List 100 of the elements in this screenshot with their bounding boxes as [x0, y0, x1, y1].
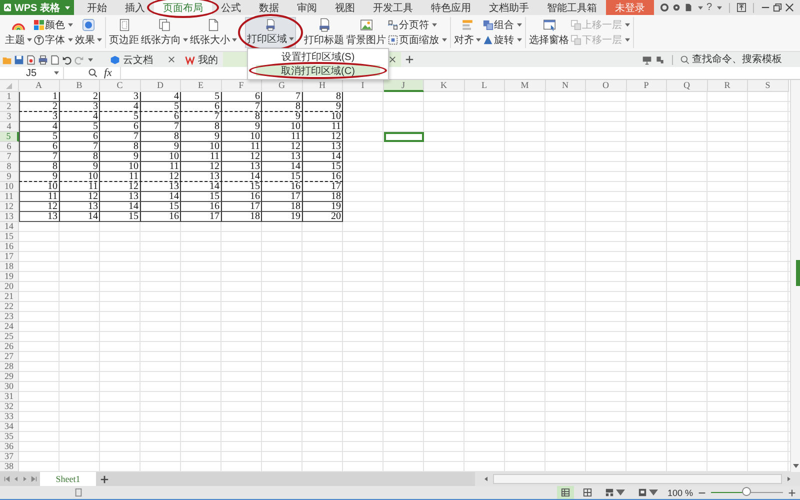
column-header[interactable]: G: [262, 80, 302, 92]
row-header[interactable]: 21: [0, 292, 19, 302]
column-header[interactable]: Q: [667, 80, 708, 92]
close-icon[interactable]: [389, 56, 396, 63]
ring-icon[interactable]: [660, 3, 670, 12]
ribbon-button[interactable]: 字体: [33, 34, 74, 46]
column-header[interactable]: F: [222, 80, 262, 92]
row-header[interactable]: 5: [0, 132, 19, 142]
selected-cell[interactable]: [384, 132, 424, 142]
printer-icon[interactable]: [38, 54, 48, 64]
document-icon[interactable]: [26, 54, 36, 64]
row-header[interactable]: 3: [0, 112, 19, 122]
column-header[interactable]: L: [464, 80, 505, 92]
close-icon[interactable]: [785, 3, 794, 12]
undo-icon[interactable]: [62, 54, 72, 64]
row-header[interactable]: 20: [0, 282, 19, 292]
settings-icon[interactable]: [672, 3, 682, 12]
row-header[interactable]: 16: [0, 242, 19, 252]
menu-item[interactable]: 取消打印区域(C): [256, 65, 380, 76]
ribbon-button[interactable]: 打印标题: [303, 17, 345, 48]
menu-item[interactable]: 设置打印区域(S): [256, 51, 380, 62]
left-arrow-icon[interactable]: [483, 476, 489, 482]
row-header[interactable]: 10: [0, 182, 19, 192]
ribbon-button[interactable]: 主题: [4, 17, 33, 48]
row-header[interactable]: 18: [0, 262, 19, 272]
column-header[interactable]: B: [60, 80, 100, 92]
monitor-icon[interactable]: [642, 54, 652, 64]
login-button[interactable]: 未登录: [606, 0, 654, 15]
column-header[interactable]: O: [586, 80, 626, 92]
ribbon-button[interactable]: 选择窗格: [528, 17, 570, 48]
ribbon-button[interactable]: 页边距: [108, 17, 140, 48]
menu-tab[interactable]: 页面布局: [154, 0, 212, 15]
document-tab[interactable]: 云文档: [105, 52, 180, 67]
row-header[interactable]: 6: [0, 142, 19, 152]
column-header[interactable]: H: [302, 80, 343, 92]
menu-tab[interactable]: 数据: [250, 0, 288, 15]
row-header[interactable]: 32: [0, 402, 19, 412]
search-field[interactable]: 查找命令、搜索模板: [680, 54, 796, 65]
ribbon-button[interactable]: 打印区域: [245, 17, 296, 48]
row-header[interactable]: 15: [0, 232, 19, 242]
column-header[interactable]: A: [19, 80, 60, 92]
row-header[interactable]: 4: [0, 122, 19, 132]
ribbon-button[interactable]: 页面缩放: [387, 34, 448, 46]
function-button[interactable]: fx: [104, 67, 112, 79]
row-header[interactable]: 30: [0, 382, 19, 392]
ribbon-button[interactable]: 纸张大小: [189, 17, 238, 48]
row-header[interactable]: 31: [0, 392, 19, 402]
row-header[interactable]: 24: [0, 322, 19, 332]
save-icon[interactable]: [14, 54, 24, 64]
name-box[interactable]: J5: [0, 67, 64, 79]
menu-tab[interactable]: 智能工具箱: [538, 0, 606, 15]
menu-tab[interactable]: 开发工具: [364, 0, 422, 15]
ribbon-button[interactable]: 颜色: [33, 19, 74, 31]
column-header[interactable]: S: [748, 80, 788, 92]
column-header[interactable]: R: [708, 80, 748, 92]
vertical-scrollbar[interactable]: [790, 80, 800, 472]
row-header[interactable]: 29: [0, 372, 19, 382]
column-header[interactable]: P: [626, 80, 667, 92]
ribbon-button[interactable]: 背景图片: [345, 17, 387, 48]
page-icon[interactable]: [74, 488, 83, 497]
row-header[interactable]: 33: [0, 412, 19, 422]
zoom-icon[interactable]: [88, 68, 98, 78]
down-arrow-icon[interactable]: [793, 464, 799, 468]
add-sheet-icon[interactable]: [100, 474, 109, 484]
ribbon-button[interactable]: 组合: [482, 19, 523, 31]
ribbon-button[interactable]: 对齐: [453, 17, 482, 48]
view-button[interactable]: [557, 486, 574, 499]
menu-tab[interactable]: 特色应用: [422, 0, 480, 15]
row-header[interactable]: 27: [0, 352, 19, 362]
upload-icon[interactable]: [737, 3, 746, 12]
ribbon-button[interactable]: 效果: [74, 17, 103, 48]
column-header[interactable]: D: [140, 80, 181, 92]
row-header[interactable]: 7: [0, 152, 19, 162]
row-header[interactable]: 34: [0, 422, 19, 432]
column-header[interactable]: C: [100, 80, 140, 92]
menu-tab[interactable]: 公式: [212, 0, 250, 15]
row-header[interactable]: 2: [0, 102, 19, 112]
right-arrow-icon[interactable]: [786, 476, 792, 482]
ribbon-button[interactable]: 旋转: [482, 34, 523, 46]
close-icon[interactable]: [168, 56, 175, 63]
document-icon[interactable]: [684, 3, 694, 12]
menu-tab[interactable]: 插入: [116, 0, 154, 15]
help-button[interactable]: ?: [706, 2, 712, 13]
app-menu-button[interactable]: WPS 表格: [0, 0, 74, 15]
column-header[interactable]: E: [181, 80, 222, 92]
row-header[interactable]: 36: [0, 442, 19, 452]
row-header[interactable]: 35: [0, 432, 19, 442]
column-header[interactable]: I: [343, 80, 384, 92]
row-header[interactable]: 8: [0, 162, 19, 172]
row-header[interactable]: 28: [0, 362, 19, 372]
row-header[interactable]: 1: [0, 92, 19, 102]
row-header[interactable]: 14: [0, 222, 19, 232]
horizontal-scrollbar[interactable]: [475, 472, 800, 486]
column-header[interactable]: N: [546, 80, 586, 92]
document-tab[interactable]: 我的: [180, 52, 223, 67]
row-header[interactable]: 19: [0, 272, 19, 282]
row-header[interactable]: 13: [0, 212, 19, 222]
menu-tab[interactable]: 审阅: [288, 0, 326, 15]
row-header[interactable]: 26: [0, 342, 19, 352]
ribbon-button[interactable]: 纸张方向: [140, 17, 189, 48]
